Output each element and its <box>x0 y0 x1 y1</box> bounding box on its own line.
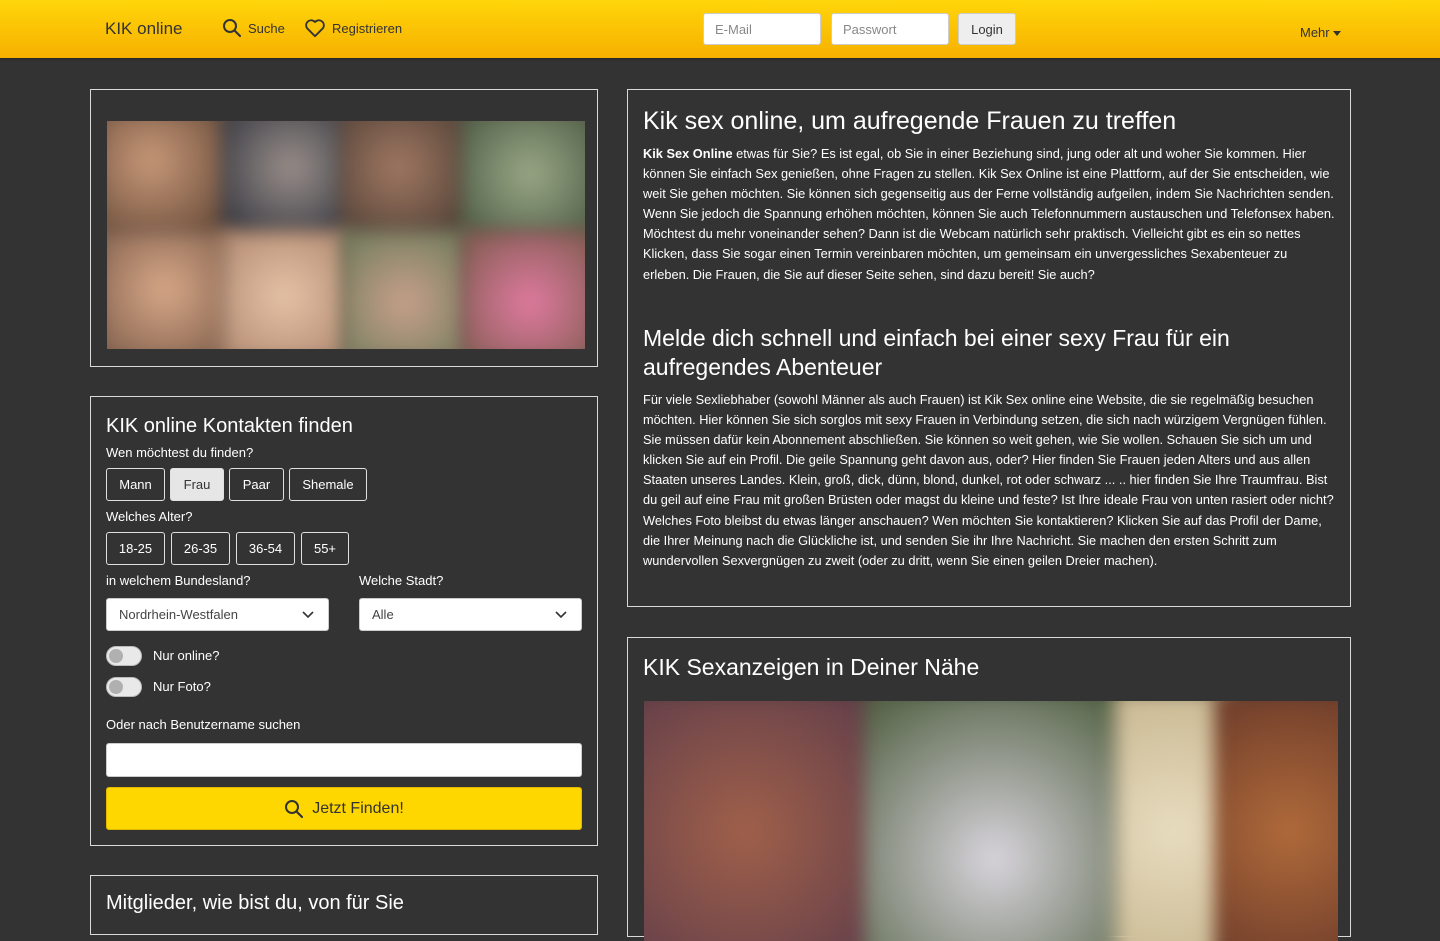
gender-label: Wen möchtest du finden? <box>106 445 254 460</box>
gender-shemale-button[interactable]: Shemale <box>289 468 367 501</box>
email-field[interactable] <box>703 13 821 45</box>
nav-register-link[interactable]: Registrieren <box>304 18 402 38</box>
city-select[interactable]: Alle <box>359 598 582 631</box>
article-paragraph-1: Kik Sex Online etwas für Sie? Es ist ega… <box>643 144 1335 285</box>
heart-icon <box>305 19 325 38</box>
gender-paar-button[interactable]: Paar <box>229 468 284 501</box>
photo-only-toggle[interactable] <box>106 677 142 697</box>
state-select[interactable]: Nordrhein-Westfalen <box>106 598 329 631</box>
chevron-down-icon <box>302 611 314 619</box>
navbar: KIK online Suche Registrieren Login Mehr <box>0 0 1440 58</box>
username-label: Oder nach Benutzername suchen <box>106 717 301 732</box>
state-select-value: Nordrhein-Westfalen <box>119 607 238 622</box>
city-label: Welche Stadt? <box>359 573 444 588</box>
profile-thumbnail[interactable] <box>107 231 232 349</box>
search-icon <box>285 799 304 818</box>
ad-image[interactable] <box>644 701 1338 941</box>
profile-gallery[interactable] <box>107 121 585 349</box>
username-search-input[interactable] <box>106 743 582 777</box>
nav-register-label: Registrieren <box>332 20 403 36</box>
profile-thumbnail[interactable] <box>462 231 585 349</box>
article-paragraph-1-text: etwas für Sie? Es ist egal, ob Sie in ei… <box>643 146 1335 282</box>
city-select-value: Alle <box>372 607 394 622</box>
ads-panel: KIK Sexanzeigen in Deiner Nähe <box>627 637 1351 941</box>
profile-thumbnail[interactable] <box>222 231 347 349</box>
profile-gallery-panel <box>90 89 598 367</box>
nav-search-link[interactable]: Suche <box>222 18 285 38</box>
password-field[interactable] <box>831 13 949 45</box>
brand-logo[interactable]: KIK online <box>105 19 183 39</box>
profile-thumbnail[interactable] <box>222 121 347 236</box>
find-button-label: Jetzt Finden! <box>312 799 404 817</box>
ad-image-region <box>1214 701 1338 941</box>
article-paragraph-2: Für viele Sexliebhaber (sowohl Männer al… <box>643 392 1334 568</box>
ads-panel-title: KIK Sexanzeigen in Deiner Nähe <box>643 654 980 680</box>
state-label: in welchem Bundesland? <box>106 573 251 588</box>
age-55-plus-button[interactable]: 55+ <box>301 532 349 565</box>
photo-only-label: Nur Foto? <box>153 679 211 694</box>
age-26-35-button[interactable]: 26-35 <box>171 532 230 565</box>
profile-thumbnail[interactable] <box>107 121 232 236</box>
online-only-toggle[interactable] <box>106 646 142 666</box>
article-paragraph-1-highlight: Kik Sex Online <box>643 146 733 161</box>
ad-image-region <box>864 701 1124 941</box>
more-menu[interactable]: Mehr <box>1300 25 1341 40</box>
gender-frau-button[interactable]: Frau <box>170 468 224 501</box>
caret-down-icon <box>1332 31 1341 37</box>
search-icon <box>223 19 242 38</box>
article-panel: Kik sex online, um aufregende Frauen zu … <box>627 89 1351 607</box>
age-36-54-button[interactable]: 36-54 <box>236 532 295 565</box>
search-panel: KIK online Kontakten finden Wen möchtest… <box>90 396 598 846</box>
profile-thumbnail[interactable] <box>342 121 467 236</box>
more-menu-label: Mehr <box>1300 25 1330 40</box>
gender-mann-button[interactable]: Mann <box>106 468 165 501</box>
age-18-25-button[interactable]: 18-25 <box>106 532 165 565</box>
members-panel: Mitglieder, wie bist du, von für Sie <box>90 875 598 935</box>
find-button[interactable]: Jetzt Finden! <box>106 787 582 830</box>
online-only-label: Nur online? <box>153 648 220 663</box>
members-panel-title: Mitglieder, wie bist du, von für Sie <box>106 892 404 914</box>
article-subheading: Melde dich schnell und einfach bei einer… <box>643 325 1230 380</box>
article-heading: Kik sex online, um aufregende Frauen zu … <box>643 107 1177 135</box>
profile-thumbnail[interactable] <box>462 121 585 236</box>
chevron-down-icon <box>555 611 567 619</box>
profile-thumbnail[interactable] <box>342 231 467 349</box>
age-label: Welches Alter? <box>106 509 193 524</box>
login-button[interactable]: Login <box>958 13 1016 45</box>
search-panel-title: KIK online Kontakten finden <box>106 415 353 437</box>
nav-search-label: Suche <box>248 20 285 36</box>
ad-image-region <box>644 701 894 941</box>
